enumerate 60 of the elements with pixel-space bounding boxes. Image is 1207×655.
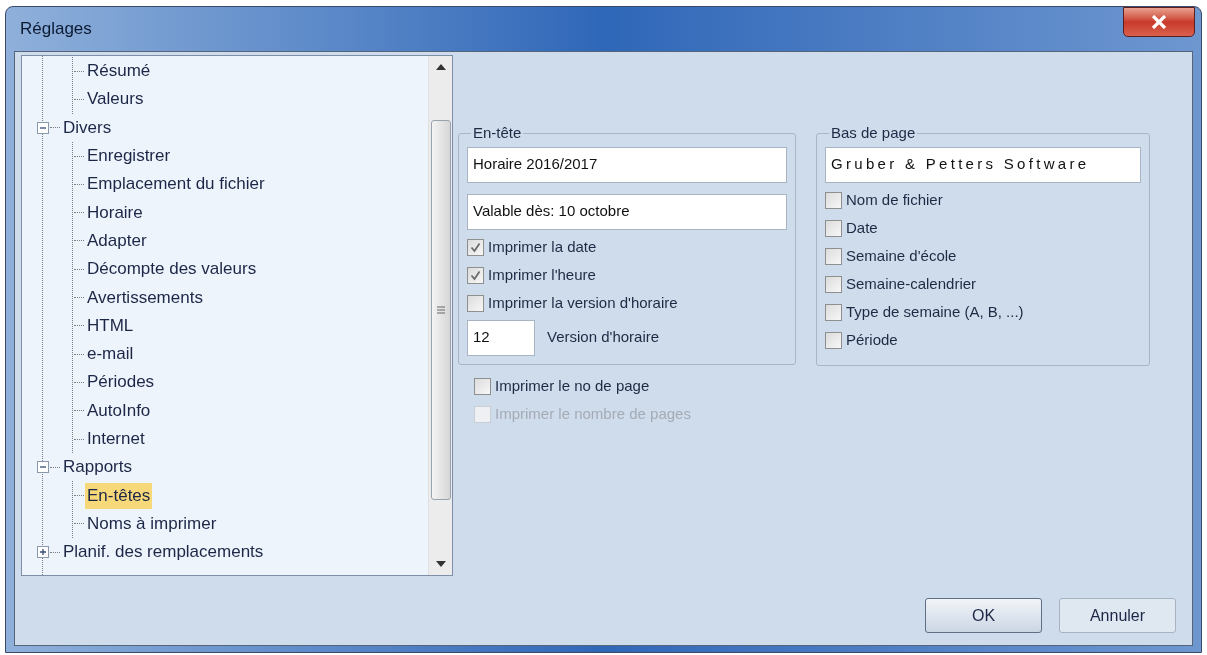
group-title: Bas de page [830, 123, 917, 143]
scrollbar[interactable] [428, 56, 452, 575]
field-label: Version d'horaire [547, 327, 660, 348]
checkbox[interactable] [825, 332, 842, 349]
tree-item[interactable]: Adapter [85, 227, 149, 254]
dialog-button[interactable]: Annuler [1059, 598, 1176, 633]
checkbox[interactable] [825, 192, 842, 209]
checkbox-label: Nom de fichier [846, 190, 943, 211]
checkbox-label: Imprimer la version d'horaire [488, 293, 678, 314]
checkbox-label: Type de semaine (A, B, ...) [846, 302, 1024, 323]
checkbox[interactable] [467, 267, 484, 284]
text-field[interactable]: Valable dès: 10 octobre [467, 193, 787, 230]
text-field[interactable]: 12 [467, 319, 535, 356]
close-icon [1151, 15, 1167, 29]
tree-item[interactable]: Planif. des remplacements [61, 539, 266, 566]
text-field[interactable]: Horaire 2016/2017 [467, 146, 787, 183]
tree-item[interactable]: Décompte des valeurs [85, 256, 259, 283]
checkbox[interactable] [467, 239, 484, 256]
tree-item[interactable]: Rapports [61, 454, 134, 481]
scroll-thumb[interactable] [430, 120, 451, 500]
checkbox[interactable] [467, 295, 484, 312]
tree-item[interactable]: Horaire [85, 199, 145, 226]
scroll-down-icon[interactable] [435, 561, 446, 567]
group-title: En-tête [472, 123, 523, 143]
expand-icon[interactable] [37, 546, 49, 559]
checkmark-icon [470, 270, 481, 281]
window-title: Réglages [19, 18, 92, 41]
checkbox-label: Imprimer l'heure [488, 265, 596, 286]
text-field[interactable]: Gruber & Petters Software [825, 146, 1141, 183]
checkbox-label: Semaine-calendrier [846, 274, 977, 295]
tree-item[interactable]: Périodes [85, 369, 157, 396]
tree-item[interactable]: AutoInfo [85, 397, 153, 424]
tree-item[interactable]: Enregistrer [85, 143, 173, 170]
tree-item[interactable]: Emplacement du fichier [85, 171, 267, 198]
tree-item[interactable]: Noms à imprimer [85, 510, 219, 537]
checkbox[interactable] [825, 220, 842, 237]
checkbox-label: Date [846, 218, 878, 239]
scroll-up-icon[interactable] [435, 64, 446, 70]
checkbox-label: Imprimer le no de page [495, 376, 650, 397]
dialog-button[interactable]: OK [925, 598, 1042, 633]
close-button[interactable] [1123, 7, 1195, 37]
checkbox[interactable] [825, 276, 842, 293]
checkbox[interactable] [825, 304, 842, 321]
checkbox-label: Imprimer la date [488, 237, 597, 258]
checkbox[interactable] [825, 248, 842, 265]
tree-item[interactable]: HTML [85, 312, 136, 339]
checkmark-icon [470, 242, 481, 253]
tree-item[interactable]: Valeurs [85, 86, 146, 113]
checkbox-label: Période [846, 330, 898, 351]
tree-item[interactable]: Internet [85, 426, 147, 452]
collapse-icon[interactable] [37, 461, 49, 474]
tree-item[interactable]: En-têtes [85, 482, 153, 509]
tree-item[interactable]: Avertissements [85, 284, 205, 311]
collapse-icon[interactable] [37, 121, 49, 134]
tree-item[interactable]: Divers [61, 114, 114, 141]
checkbox[interactable] [474, 378, 491, 395]
tree-item[interactable]: Résumé [85, 58, 153, 85]
checkbox-label: Semaine d'école [846, 246, 957, 267]
tree-item[interactable]: e-mail [85, 341, 136, 368]
grip-icon [436, 306, 445, 314]
